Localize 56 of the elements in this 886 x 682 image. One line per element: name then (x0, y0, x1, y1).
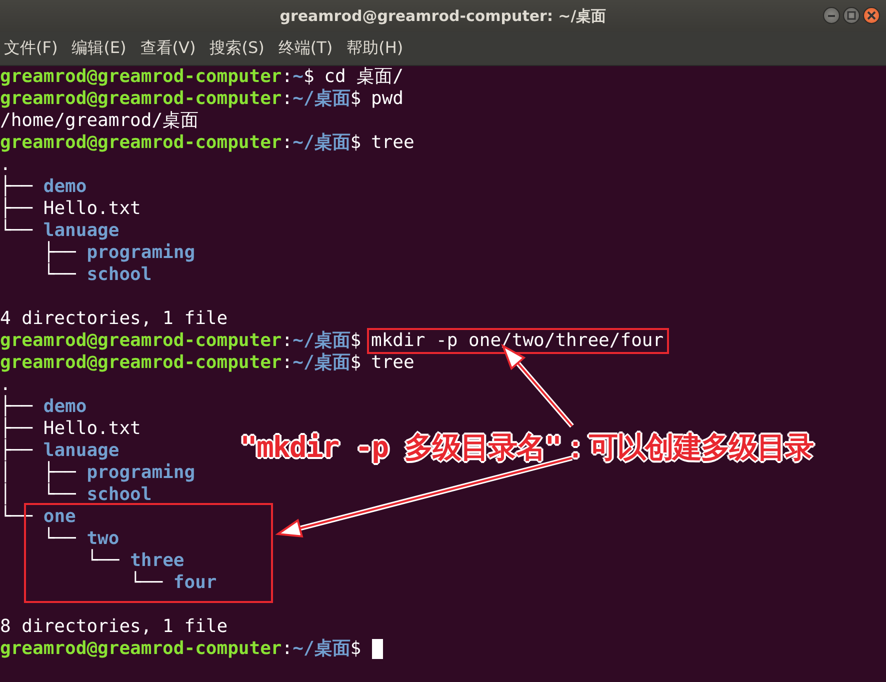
output-text: 8 directories, 1 file (0, 616, 228, 638)
tree-branch: └── (42, 264, 77, 286)
maximize-icon (847, 11, 856, 20)
tree-branch: ├── (0, 176, 34, 197)
directory-name: demo (43, 396, 87, 418)
menu-item[interactable]: 终端(T) (278, 38, 333, 59)
directory-name: one (43, 506, 76, 527)
tree-branch: └── (129, 572, 164, 594)
output-text: 4 directories, 1 file (0, 308, 228, 330)
highlighted-command: mkdir -p one/two/three/four (368, 330, 667, 352)
tree-branch: │ ├── (0, 462, 77, 483)
shell-prompt: greamrod@greamrod-computer:~/桌面$ (0, 88, 362, 110)
tree-branch: └── (0, 220, 34, 242)
directory-name: school (86, 264, 152, 286)
tree-branch: ├── (0, 418, 34, 439)
directory-name: demo (43, 176, 87, 198)
file-name: Hello.txt (43, 198, 141, 220)
output-text: . (0, 154, 11, 175)
command-text: cd 桌面/ (323, 66, 404, 88)
directory-name: school (86, 484, 152, 506)
close-button[interactable] (863, 7, 880, 24)
directory-name: three (130, 550, 184, 571)
directory-name: lanuage (43, 220, 120, 241)
shell-prompt: greamrod@greamrod-computer:~/桌面$ (0, 352, 362, 374)
tree-branch: ├── (0, 396, 34, 417)
menu-item[interactable]: 帮助(H) (346, 38, 404, 59)
tree-branch: ├── (42, 242, 77, 263)
tree-branch: │ └── (0, 484, 77, 505)
command-text: pwd (370, 88, 404, 110)
output-text: . (0, 374, 11, 395)
directory-name: two (86, 528, 120, 549)
command-text: tree (370, 132, 416, 154)
directory-name: programing (86, 242, 196, 264)
annotation-text: "mkdir -p 多级目录名"：可以创建多级目录 (240, 429, 814, 466)
command-text: tree (370, 352, 416, 374)
shell-prompt: greamrod@greamrod-computer:~/桌面$ (0, 638, 362, 660)
menu-item[interactable]: 编辑(E) (72, 38, 126, 59)
menu-item[interactable]: 查看(V) (140, 38, 196, 59)
tree-branch: └── (42, 528, 77, 550)
shell-prompt: greamrod@greamrod-computer:~$ (0, 66, 314, 88)
window-title: greamrod@greamrod-computer: ~/桌面 (280, 6, 606, 26)
shell-prompt: greamrod@greamrod-computer:~/桌面$ (0, 330, 362, 352)
close-icon (867, 11, 876, 20)
tree-branch: ├── (0, 198, 34, 219)
shell-prompt: greamrod@greamrod-computer:~/桌面$ (0, 132, 362, 154)
tree-branch: ├── (0, 440, 34, 461)
output-text: /home/greamrod/桌面 (0, 110, 199, 132)
directory-name: programing (86, 462, 196, 484)
file-name: Hello.txt (43, 418, 141, 440)
tree-branch: └── (86, 550, 120, 572)
maximize-button[interactable] (843, 7, 860, 24)
menu-item[interactable]: 文件(F) (4, 38, 58, 59)
directory-name: four (173, 572, 217, 594)
directory-name: lanuage (43, 440, 120, 461)
menu-item[interactable]: 搜索(S) (210, 38, 264, 59)
minimize-button[interactable] (823, 7, 840, 24)
